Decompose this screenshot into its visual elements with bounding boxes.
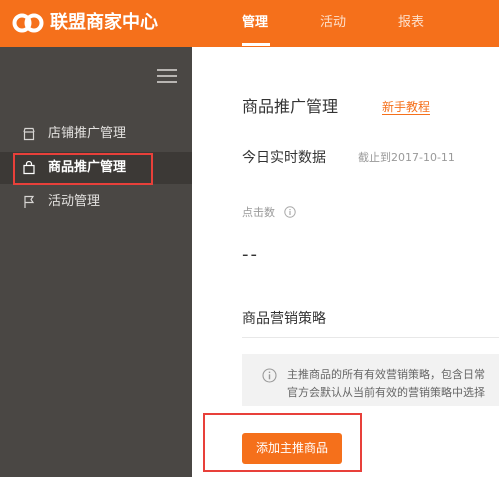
brand-logo-icon (12, 13, 44, 33)
sidebar-item-activity[interactable]: 活动管理 (0, 186, 192, 218)
notice-text: 主推商品的所有有效营销策略，包含日常 官方会默认从当前有效的营销策略中选择 (287, 366, 485, 402)
realtime-data-title: 今日实时数据 (242, 150, 326, 166)
divider (242, 337, 499, 338)
sidebar: 店铺推广管理 商品推广管理 活动管理 (0, 47, 192, 477)
flag-icon (24, 195, 35, 208)
page-title: 商品推广管理 (242, 97, 339, 116)
clicks-value: -- (242, 244, 259, 265)
menu-toggle-icon[interactable] (157, 69, 177, 83)
highlight-frame (13, 153, 153, 185)
highlight-frame (203, 413, 362, 472)
clicks-label: 点击数 (242, 206, 275, 219)
sidebar-item-store-promotion[interactable]: 店铺推广管理 (0, 118, 192, 150)
nav-active-indicator (242, 43, 270, 46)
cutoff-date: 截止到2017-10-11 (358, 151, 455, 164)
strategy-notice: 主推商品的所有有效营销策略，包含日常 官方会默认从当前有效的营销策略中选择 (242, 354, 499, 406)
sidebar-item-label: 活动管理 (48, 194, 101, 209)
info-icon (262, 368, 277, 383)
top-bar: 联盟商家中心 管理 活动 报表 (0, 0, 499, 47)
notice-line: 主推商品的所有有效营销策略，包含日常 (287, 368, 485, 381)
brand-name: 联盟商家中心 (50, 12, 158, 33)
nav-activities[interactable]: 活动 (320, 15, 346, 31)
strategy-title: 商品营销策略 (242, 311, 326, 327)
store-icon (23, 127, 35, 141)
sidebar-item-label: 店铺推广管理 (48, 126, 127, 141)
info-icon[interactable] (284, 206, 296, 218)
nav-reports[interactable]: 报表 (398, 15, 424, 31)
nav-manage[interactable]: 管理 (242, 15, 268, 31)
tutorial-link[interactable]: 新手教程 (382, 100, 431, 115)
notice-line: 官方会默认从当前有效的营销策略中选择 (287, 386, 485, 399)
